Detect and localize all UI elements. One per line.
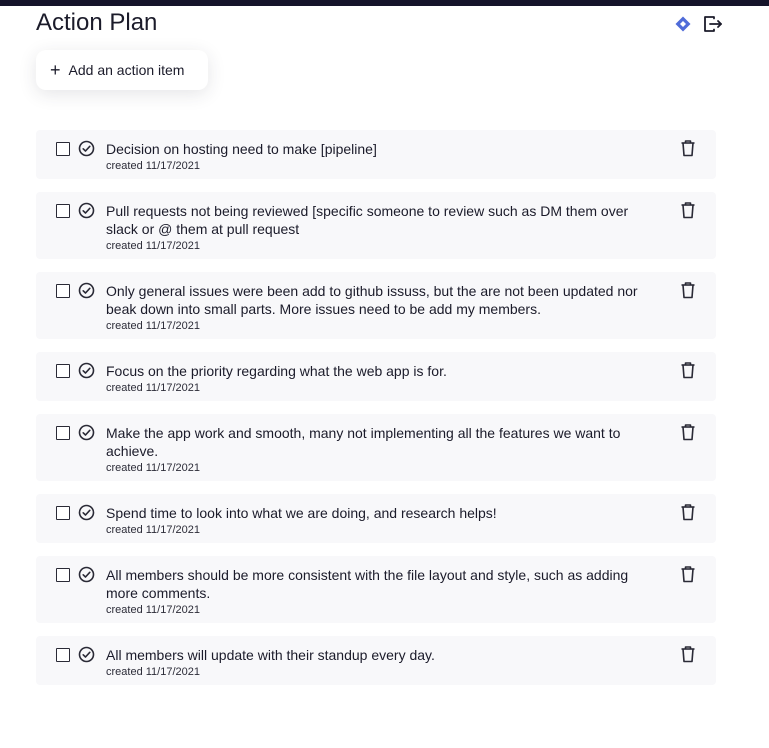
item-text: Make the app work and smooth, many not i… (106, 425, 621, 459)
trash-icon[interactable] (680, 503, 696, 526)
item-checkbox[interactable] (56, 506, 70, 520)
item-text: Spend time to look into what we are doin… (106, 505, 497, 521)
check-circle-icon[interactable] (78, 140, 95, 162)
item-text: Pull requests not being reviewed [specif… (106, 203, 629, 237)
item-checkbox[interactable] (56, 204, 70, 218)
trash-icon[interactable] (680, 139, 696, 162)
action-item: Spend time to look into what we are doin… (36, 494, 716, 543)
item-date: created 11/17/2021 (106, 524, 200, 536)
item-date: created 11/17/2021 (106, 240, 200, 252)
add-action-item-label: Add an action item (68, 62, 185, 78)
item-checkbox[interactable] (56, 426, 70, 440)
action-item-list: Decision on hosting need to make [pipeli… (36, 130, 716, 698)
action-item: Focus on the priority regarding what the… (36, 352, 716, 401)
trash-icon[interactable] (680, 361, 696, 384)
trash-icon[interactable] (680, 201, 696, 224)
item-date: created 11/17/2021 (106, 666, 200, 678)
trash-icon[interactable] (680, 423, 696, 446)
item-date: created 11/17/2021 (106, 604, 200, 616)
add-action-item-button[interactable]: + Add an action item (36, 50, 208, 90)
item-checkbox[interactable] (56, 142, 70, 156)
item-date: created 11/17/2021 (106, 320, 200, 332)
check-circle-icon[interactable] (78, 646, 95, 668)
item-date: created 11/17/2021 (106, 462, 200, 474)
item-text: All members should be more consistent wi… (106, 567, 629, 601)
action-item: All members will update with their stand… (36, 636, 716, 685)
item-text: All members will update with their stand… (106, 647, 435, 663)
diamond-icon[interactable] (672, 13, 694, 35)
check-circle-icon[interactable] (78, 362, 95, 384)
action-item: All members should be more consistent wi… (36, 556, 716, 623)
item-checkbox[interactable] (56, 648, 70, 662)
header-actions (672, 13, 724, 35)
action-item: Decision on hosting need to make [pipeli… (36, 130, 716, 179)
trash-icon[interactable] (680, 645, 696, 668)
export-icon[interactable] (702, 13, 724, 35)
plus-icon: + (50, 60, 61, 80)
item-checkbox[interactable] (56, 284, 70, 298)
item-text: Decision on hosting need to make [pipeli… (106, 141, 377, 157)
check-circle-icon[interactable] (78, 424, 95, 446)
action-item: Only general issues were been add to git… (36, 272, 716, 339)
trash-icon[interactable] (680, 565, 696, 588)
item-checkbox[interactable] (56, 568, 70, 582)
check-circle-icon[interactable] (78, 504, 95, 526)
top-bar (0, 0, 769, 6)
check-circle-icon[interactable] (78, 202, 95, 224)
item-text: Focus on the priority regarding what the… (106, 363, 447, 379)
item-date: created 11/17/2021 (106, 382, 200, 394)
page-title: Action Plan (36, 9, 158, 36)
trash-icon[interactable] (680, 281, 696, 304)
check-circle-icon[interactable] (78, 566, 95, 588)
item-checkbox[interactable] (56, 364, 70, 378)
item-text: Only general issues were been add to git… (106, 283, 638, 317)
action-item: Pull requests not being reviewed [specif… (36, 192, 716, 259)
item-date: created 11/17/2021 (106, 160, 200, 172)
check-circle-icon[interactable] (78, 282, 95, 304)
action-item: Make the app work and smooth, many not i… (36, 414, 716, 481)
